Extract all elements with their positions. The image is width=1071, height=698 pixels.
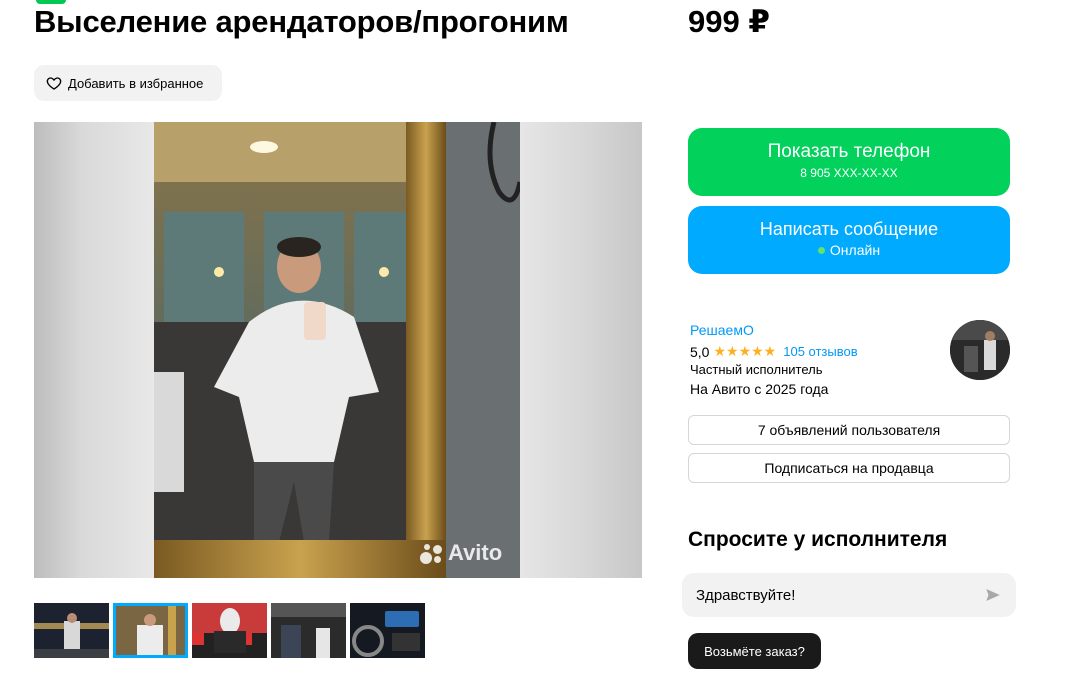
watermark-text: Avito bbox=[448, 540, 503, 565]
ask-seller-heading: Спросите у исполнителя bbox=[688, 528, 948, 551]
thumbnail-4[interactable] bbox=[271, 603, 346, 658]
subscribe-seller-button[interactable]: Подписаться на продавца bbox=[688, 453, 1010, 483]
online-status-text: Онлайн bbox=[829, 242, 881, 258]
seller-rating: 5,0 ★★★★★ 105 отзывов bbox=[690, 343, 858, 360]
ask-message-input[interactable]: Здравствуйте! bbox=[682, 573, 1016, 617]
phone-number-masked: 8 905 XXX-XX-XX bbox=[800, 166, 898, 180]
online-dot-icon bbox=[817, 246, 825, 254]
quick-reply-button[interactable]: Возьмёте заказ? bbox=[688, 633, 821, 669]
photo-blur-right bbox=[520, 122, 642, 578]
ask-message-value[interactable]: Здравствуйте! bbox=[696, 587, 984, 604]
favorite-label: Добавить в избранное bbox=[68, 75, 204, 91]
reviews-link[interactable]: 105 отзывов bbox=[783, 344, 857, 359]
listing-price: 999 ₽ bbox=[688, 4, 770, 39]
thumbnail-strip bbox=[34, 603, 425, 658]
thumbnail-2[interactable] bbox=[113, 603, 188, 658]
add-to-favorites-button[interactable]: Добавить в избранное bbox=[34, 65, 222, 101]
seller-name-link[interactable]: РешаемО bbox=[690, 322, 754, 338]
send-icon[interactable] bbox=[984, 586, 1002, 604]
thumbnail-3[interactable] bbox=[192, 603, 267, 658]
thumbnail-5[interactable] bbox=[350, 603, 425, 658]
online-status: Онлайн bbox=[688, 242, 1010, 258]
avito-watermark: Avito bbox=[420, 540, 502, 566]
main-photo[interactable] bbox=[154, 122, 520, 578]
rating-stars-icon: ★★★★★ bbox=[713, 343, 777, 359]
photo-blur-left bbox=[34, 122, 154, 578]
show-phone-button[interactable]: Показать телефон 8 905 XXX-XX-XX bbox=[688, 128, 1010, 196]
listing-title: Выселение арендаторов/прогоним bbox=[34, 4, 569, 39]
heart-icon bbox=[46, 77, 62, 90]
thumbnail-1[interactable] bbox=[34, 603, 109, 658]
main-photo-gallery[interactable]: Avito bbox=[34, 122, 642, 578]
write-message-label: Написать сообщение bbox=[759, 219, 939, 239]
seller-since: На Авито с 2025 года bbox=[690, 381, 829, 397]
rating-value: 5,0 bbox=[690, 343, 710, 360]
seller-type: Частный исполнитель bbox=[690, 362, 823, 377]
write-message-button[interactable]: Написать сообщение Онлайн bbox=[688, 206, 1010, 274]
show-phone-label: Показать телефон bbox=[767, 141, 931, 162]
seller-ads-button[interactable]: 7 объявлений пользователя bbox=[688, 415, 1010, 445]
mirror-selfie-photo bbox=[154, 122, 520, 578]
avito-logo-icon bbox=[420, 542, 444, 564]
seller-avatar[interactable] bbox=[950, 320, 1010, 380]
